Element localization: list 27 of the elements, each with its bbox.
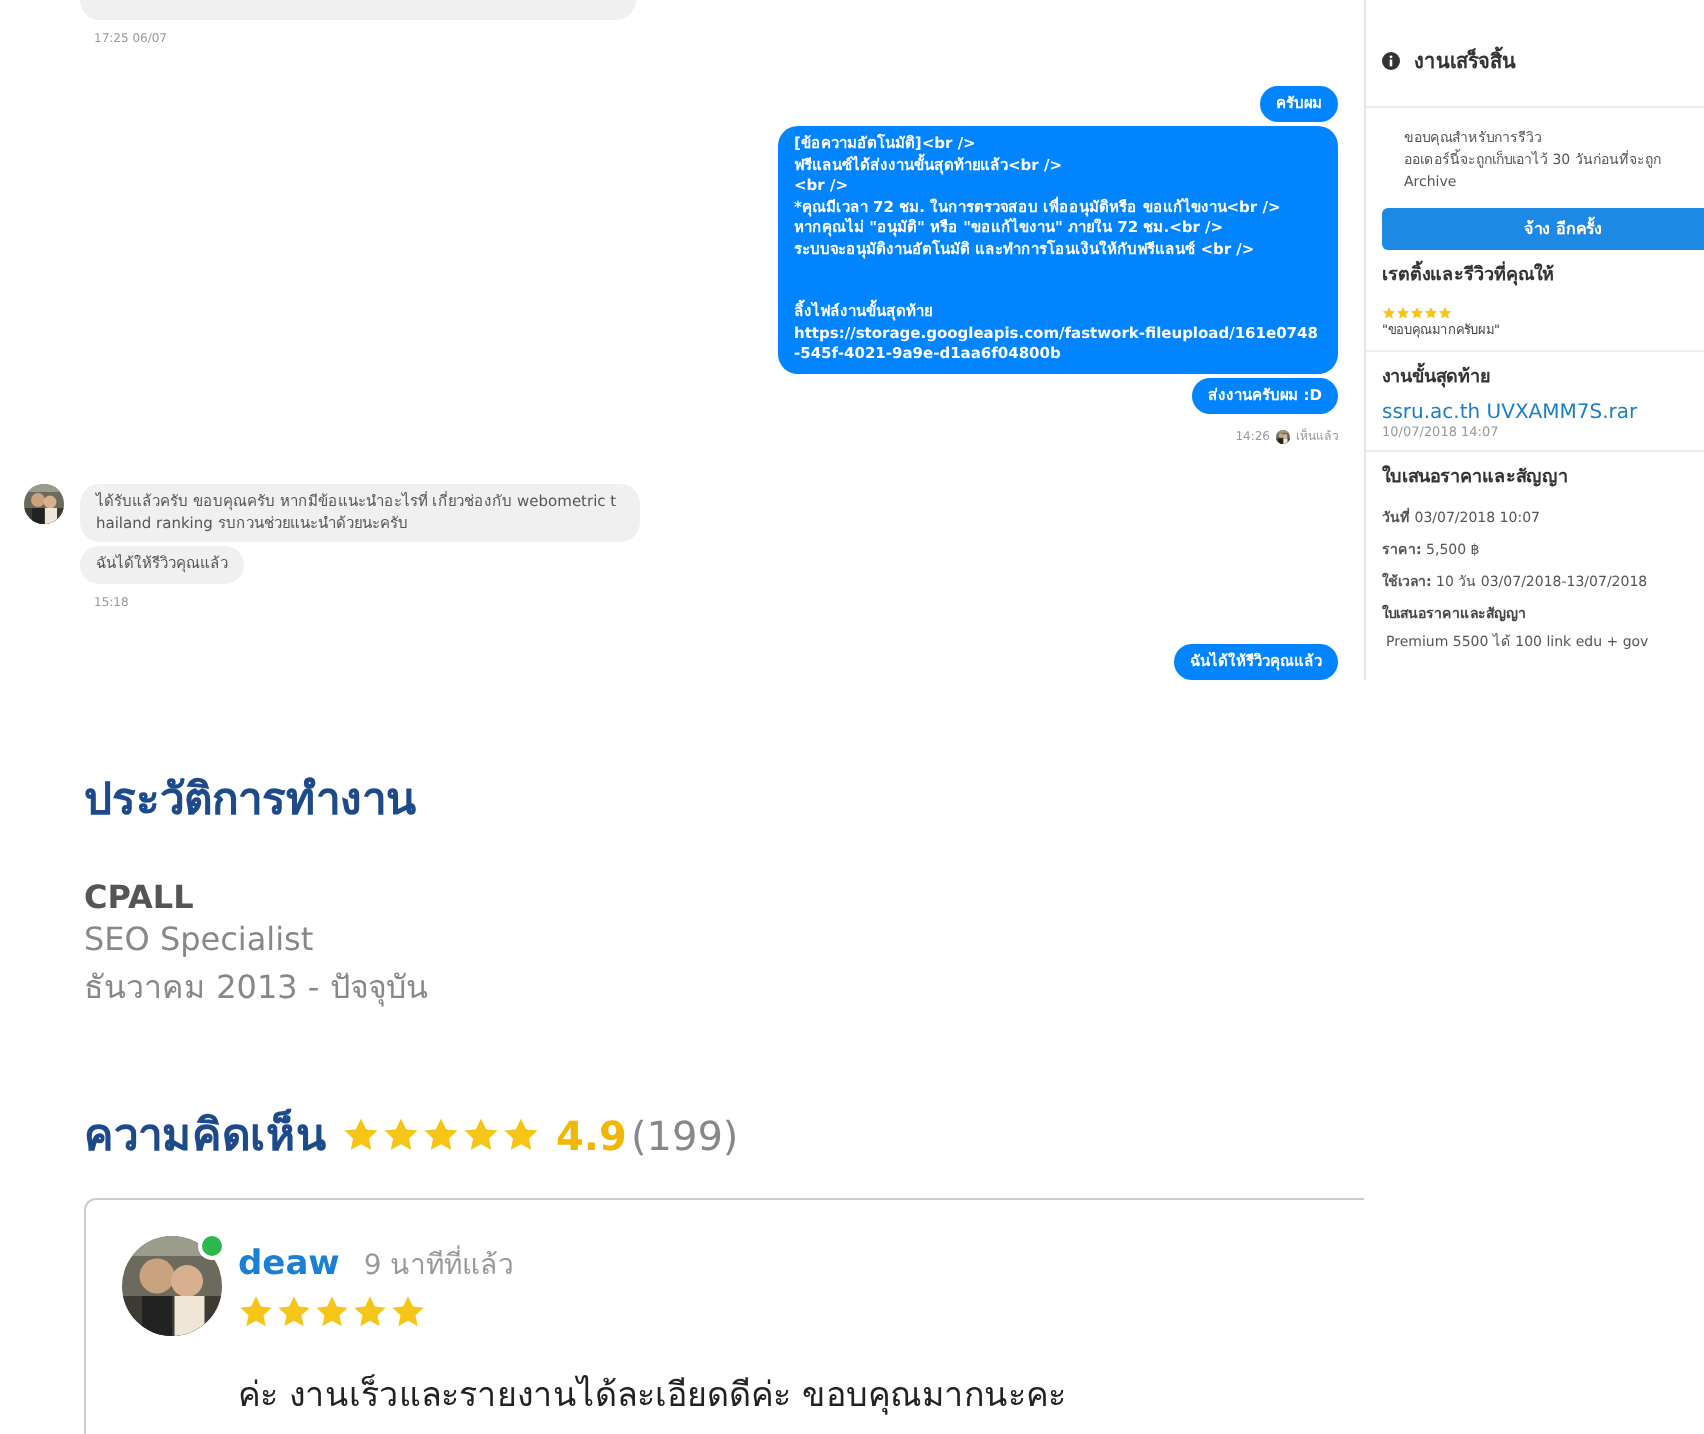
panel-title: งานเสร็จสิ้น: [1414, 46, 1516, 76]
review-text: ค่ะ งานเร็วและรายงานได้ละเอียดดีค่ะ ขอบคุณมากนะคะ: [238, 1372, 1066, 1420]
star-icon: [238, 1294, 274, 1330]
company-name: CPALL: [84, 878, 194, 916]
star-icon: [422, 1116, 460, 1154]
star-icon: [342, 1116, 380, 1154]
rehire-button[interactable]: จ้าง อีกครั้ง: [1382, 208, 1704, 250]
info-icon: [1382, 52, 1400, 70]
file-link[interactable]: ssru.ac.th UVXAMM7S.rar: [1382, 402, 1638, 424]
reviewer-name: deaw: [238, 1244, 340, 1284]
rating-score: 4.9: [556, 1111, 627, 1159]
star-icon: [314, 1294, 350, 1330]
star-icon: [462, 1116, 500, 1154]
section-heading: ความคิดเห็น: [84, 1106, 326, 1166]
section-title: ใบเสนอราคาและสัญญา: [1382, 463, 1568, 490]
star-icon: [502, 1116, 540, 1154]
star-icon: [352, 1294, 388, 1330]
section-heading: ประวัติการทำงาน: [84, 774, 416, 830]
review-count: (199): [630, 1111, 739, 1159]
job-period: ธันวาคม 2013 - ปัจจุบัน: [84, 966, 428, 1011]
review-time: 9 นาทีที่แล้ว: [363, 1242, 515, 1286]
star-icon: [390, 1294, 426, 1330]
section-title: งานขั้นสุดท้าย: [1382, 362, 1490, 390]
section-title: เรตติ้งและรีวิวที่คุณให้: [1382, 260, 1554, 288]
star-icon: [382, 1116, 420, 1154]
job-title: SEO Specialist: [84, 920, 314, 958]
star-icon: [276, 1294, 312, 1330]
